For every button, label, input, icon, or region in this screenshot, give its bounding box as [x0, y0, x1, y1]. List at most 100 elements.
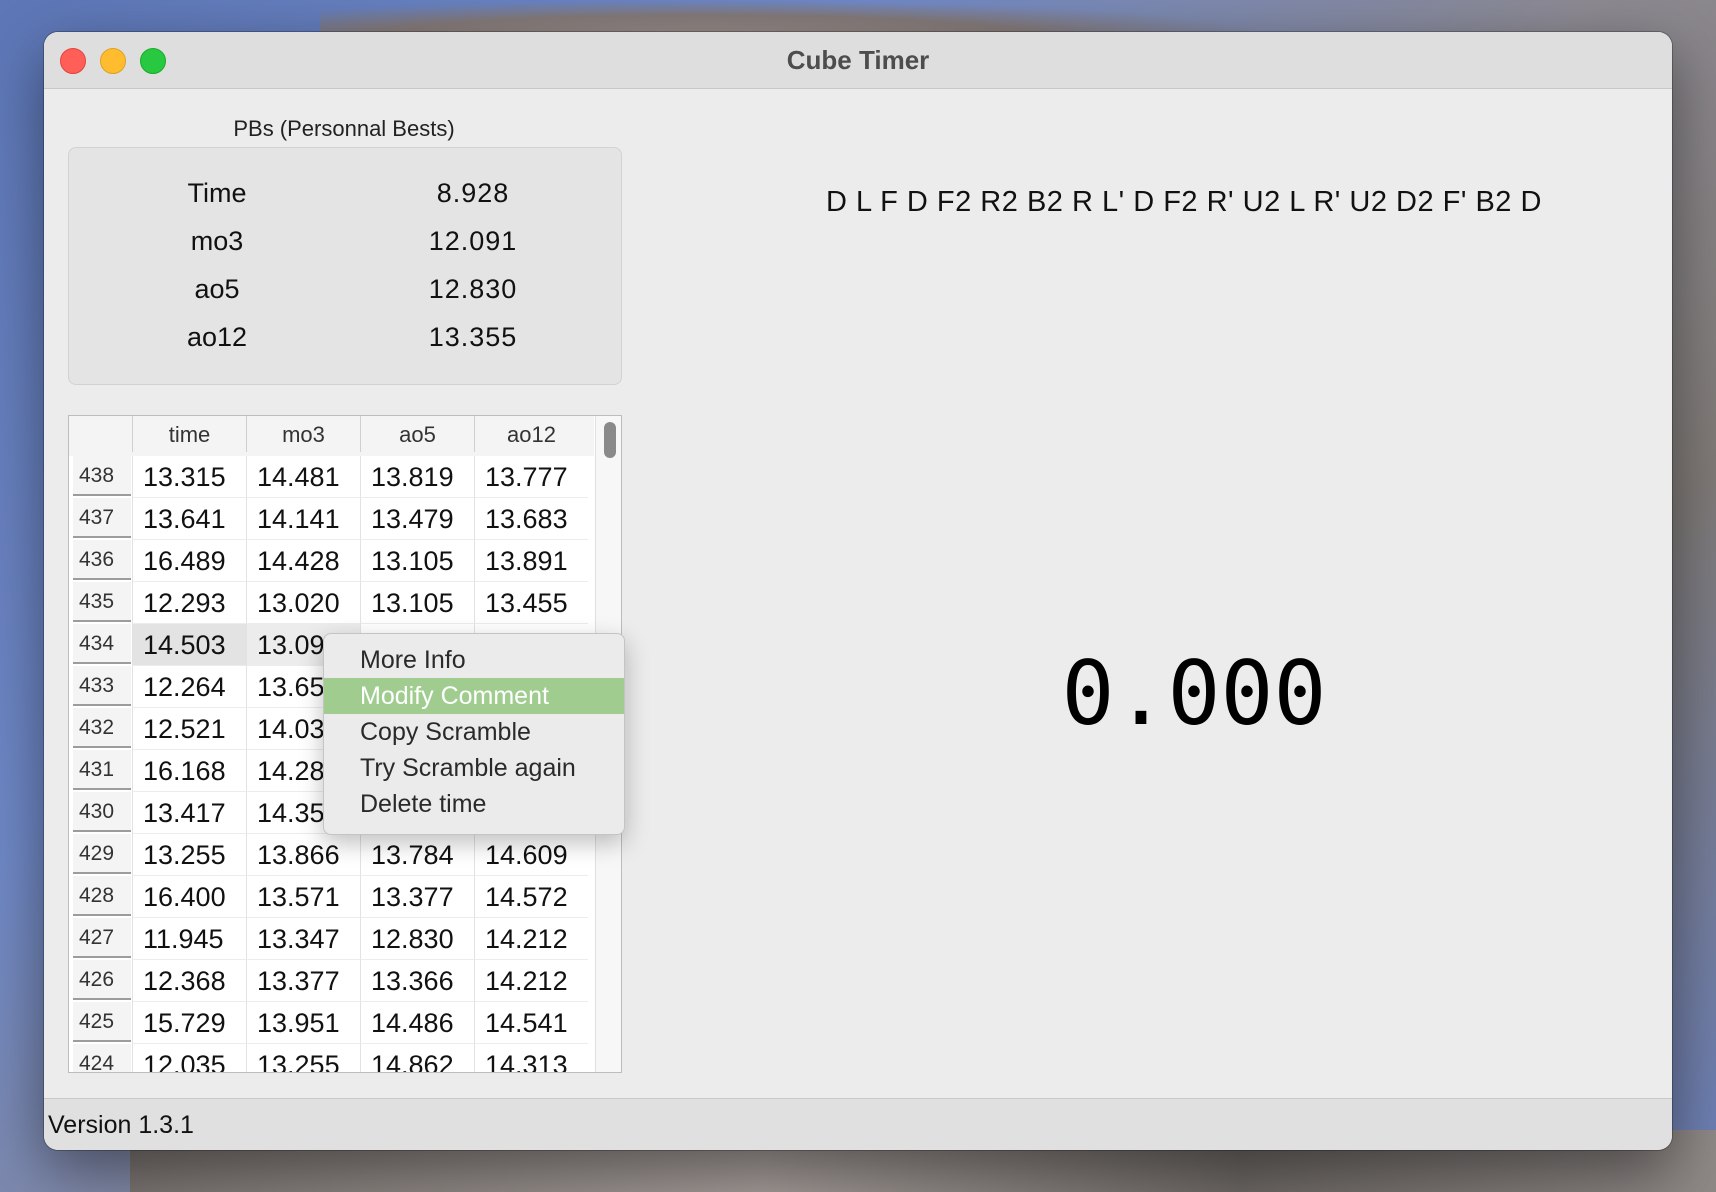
menu-item-try-scramble-again[interactable]: Try Scramble again: [324, 750, 624, 786]
table-cell-time: 13.417: [132, 792, 246, 834]
pb-label: Time: [187, 178, 247, 208]
table-cell-ao12: 14.212: [474, 918, 588, 960]
table-row[interactable]: 437 13.641 14.141 13.479 13.683: [69, 498, 594, 540]
pb-row-mo3: mo3 12.091: [69, 216, 621, 264]
cube-timer-window: Cube Timer PBs (Personnal Bests) Time 8.…: [44, 32, 1672, 1150]
column-header-mo3[interactable]: mo3: [246, 416, 360, 452]
pb-label: mo3: [190, 226, 244, 256]
row-number: 434: [73, 624, 131, 664]
table-cell-ao5: 12.830: [360, 918, 474, 960]
row-number: 428: [73, 876, 131, 916]
table-cell-ao5: 13.479: [360, 498, 474, 540]
column-header-ao12[interactable]: ao12: [474, 416, 588, 452]
row-number: 435: [73, 582, 131, 622]
table-row[interactable]: 438 13.315 14.481 13.819 13.777: [69, 456, 594, 498]
table-cell-ao12: 14.313: [474, 1044, 588, 1072]
table-cell-time: 13.255: [132, 834, 246, 876]
pb-label: ao12: [186, 322, 248, 352]
column-header-ao5[interactable]: ao5: [360, 416, 474, 452]
row-number: 425: [73, 1002, 131, 1042]
context-menu: More Info Modify Comment Copy Scramble T…: [323, 633, 625, 835]
table-cell-ao5: 14.862: [360, 1044, 474, 1072]
table-cell-ao5: 13.366: [360, 960, 474, 1002]
row-number: 437: [73, 498, 131, 538]
table-cell-mo3: 13.020: [246, 582, 360, 624]
pbs-panel: Time 8.928 mo3 12.091 ao5 12.830 ao12 13…: [68, 147, 622, 385]
table-cell-mo3: 13.255: [246, 1044, 360, 1072]
table-row[interactable]: 424 12.035 13.255 14.862 14.313: [69, 1044, 594, 1072]
table-row[interactable]: 426 12.368 13.377 13.366 14.212: [69, 960, 594, 1002]
table-row[interactable]: 435 12.293 13.020 13.105 13.455: [69, 582, 594, 624]
window-title: Cube Timer: [786, 45, 930, 75]
table-cell-time: 12.264: [132, 666, 246, 708]
table-cell-time: 12.293: [132, 582, 246, 624]
table-cell-ao12: 13.777: [474, 456, 588, 498]
menu-item-more-info[interactable]: More Info: [324, 642, 624, 678]
table-cell-time: 16.168: [132, 750, 246, 792]
pb-label: ao5: [194, 274, 240, 304]
table-cell-ao12: 14.572: [474, 876, 588, 918]
pb-value: 13.355: [428, 322, 518, 352]
table-cell-mo3: 13.377: [246, 960, 360, 1002]
table-cell-time: 11.945: [132, 918, 246, 960]
table-cell-ao5: 13.784: [360, 834, 474, 876]
row-number: 432: [73, 708, 131, 748]
table-cell-time: 12.368: [132, 960, 246, 1002]
menu-item-copy-scramble[interactable]: Copy Scramble: [324, 714, 624, 750]
row-number: 430: [73, 792, 131, 832]
scramble-text: D L F D F2 R2 B2 R L' D F2 R' U2 L R' U2…: [826, 186, 1542, 218]
table-header: time mo3 ao5 ao12: [69, 416, 594, 456]
table-cell-mo3: 14.428: [246, 540, 360, 582]
table-cell-time: 14.503: [132, 624, 246, 666]
scrollbar-thumb[interactable]: [604, 422, 616, 458]
table-cell-time: 12.035: [132, 1044, 246, 1072]
column-header-time[interactable]: time: [132, 416, 246, 452]
table-row[interactable]: 425 15.729 13.951 14.486 14.541: [69, 1002, 594, 1044]
table-cell-ao12: 13.455: [474, 582, 588, 624]
table-cell-ao12: 14.212: [474, 960, 588, 1002]
row-number: 431: [73, 750, 131, 790]
table-cell-time: 16.489: [132, 540, 246, 582]
table-cell-ao12: 13.683: [474, 498, 588, 540]
table-cell-mo3: 13.347: [246, 918, 360, 960]
table-cell-ao12: 13.891: [474, 540, 588, 582]
table-cell-mo3: 14.481: [246, 456, 360, 498]
pb-value: 8.928: [436, 178, 510, 208]
table-row[interactable]: 427 11.945 13.347 12.830 14.212: [69, 918, 594, 960]
table-cell-ao12: 14.609: [474, 834, 588, 876]
table-cell-ao5: 13.105: [360, 540, 474, 582]
table-cell-mo3: 13.866: [246, 834, 360, 876]
row-number: 433: [73, 666, 131, 706]
status-bar: Version 1.3.1: [44, 1098, 1672, 1150]
table-row[interactable]: 436 16.489 14.428 13.105 13.891: [69, 540, 594, 582]
table-row[interactable]: 428 16.400 13.571 13.377 14.572: [69, 876, 594, 918]
pb-value: 12.830: [428, 274, 518, 304]
pb-row-ao5: ao5 12.830: [69, 264, 621, 312]
pb-row-time: Time 8.928: [69, 168, 621, 216]
table-cell-time: 13.315: [132, 456, 246, 498]
pbs-title: PBs (Personnal Bests): [233, 116, 455, 141]
title-bar: Cube Timer: [44, 32, 1672, 89]
table-row[interactable]: 429 13.255 13.866 13.784 14.609: [69, 834, 594, 876]
table-cell-time: 12.521: [132, 708, 246, 750]
row-number: 424: [73, 1044, 131, 1072]
menu-item-modify-comment[interactable]: Modify Comment: [324, 678, 624, 714]
table-cell-mo3: 13.951: [246, 1002, 360, 1044]
row-number: 438: [73, 456, 131, 496]
table-cell-ao5: 14.486: [360, 1002, 474, 1044]
table-cell-ao5: 13.819: [360, 456, 474, 498]
table-cell-ao12: 14.541: [474, 1002, 588, 1044]
row-number: 429: [73, 834, 131, 874]
table-cell-time: 16.400: [132, 876, 246, 918]
menu-item-delete-time[interactable]: Delete time: [324, 786, 624, 822]
pb-row-ao12: ao12 13.355: [69, 312, 621, 360]
row-number: 427: [73, 918, 131, 958]
table-cell-mo3: 13.571: [246, 876, 360, 918]
table-cell-ao5: 13.377: [360, 876, 474, 918]
table-cell-mo3: 14.141: [246, 498, 360, 540]
table-cell-time: 13.641: [132, 498, 246, 540]
timer-display[interactable]: 0.000: [864, 642, 1524, 745]
version-label: Version 1.3.1: [48, 1111, 194, 1139]
pb-value: 12.091: [428, 226, 518, 256]
row-number: 436: [73, 540, 131, 580]
